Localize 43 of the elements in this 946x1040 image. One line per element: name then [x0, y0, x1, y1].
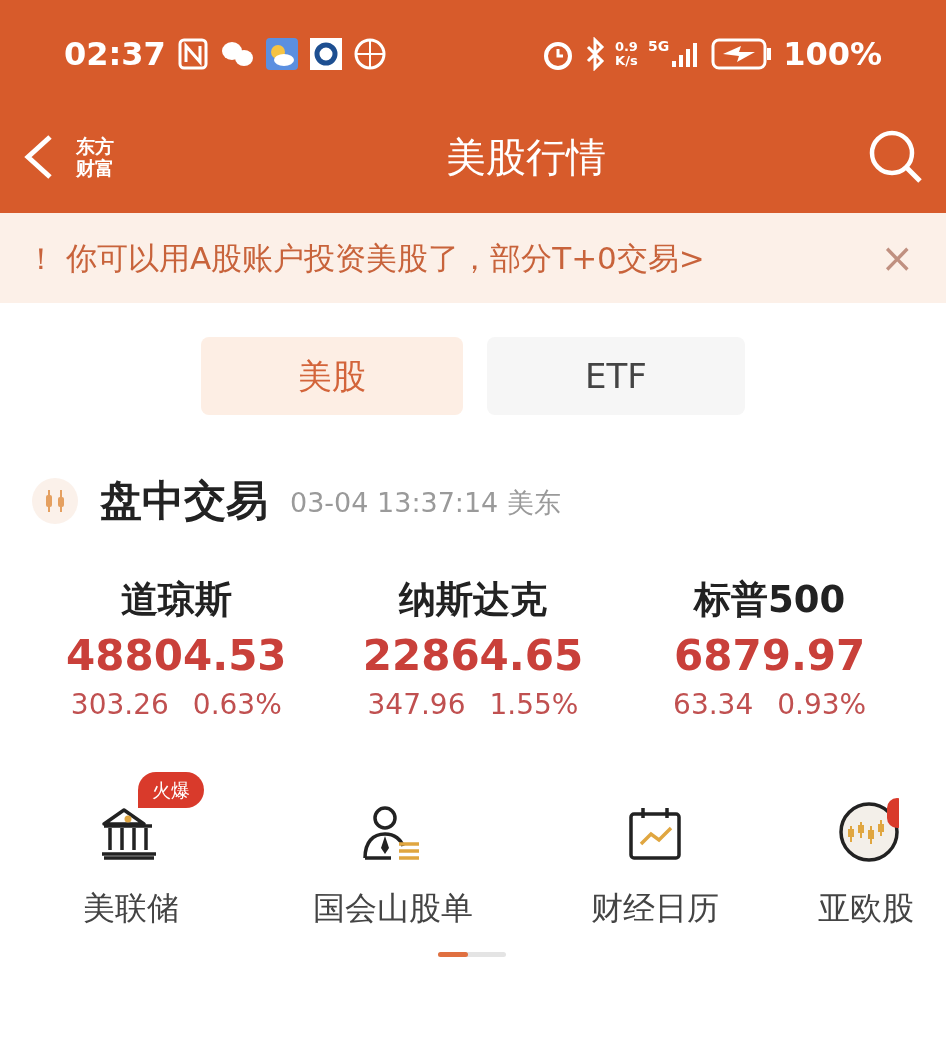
page-title: 美股行情	[446, 133, 606, 182]
battery-icon	[711, 37, 774, 70]
back-icon[interactable]	[22, 134, 54, 180]
shortcut-item[interactable]: 亚欧股	[786, 771, 946, 932]
clock-time: 02:37	[64, 33, 166, 75]
shortcut-label: 国会山股单	[313, 887, 473, 929]
shortcut-label: 财经日历	[591, 887, 719, 929]
session-time: 03-04 13:37:14 美东	[290, 486, 561, 521]
bluetooth-icon	[584, 36, 605, 71]
index-percent: 0.93%	[777, 686, 867, 723]
shortcut-item[interactable]: 国会山股单	[262, 771, 524, 932]
nfc-icon	[177, 37, 208, 70]
index-change: 347.96	[367, 686, 466, 723]
index-change: 63.34	[673, 686, 754, 723]
shortcut-label: 亚欧股	[818, 887, 914, 929]
shortcut-item[interactable]: 火爆 美联储	[0, 771, 262, 932]
notice-text: 你可以用A股账户投资美股了，部分T+0交易>	[66, 238, 706, 278]
market-tab[interactable]: ETF	[487, 337, 745, 415]
search-icon[interactable]	[868, 129, 924, 185]
candlestick-icon	[32, 477, 78, 524]
index-name: 标普500	[694, 577, 846, 623]
shortcut-item[interactable]: 财经日历	[524, 771, 786, 932]
notice-banner[interactable]: ！ 你可以用A股账户投资美股了，部分T+0交易> ×	[0, 213, 946, 303]
index-name: 纳斯达克	[399, 577, 547, 623]
network-speed: 0.9 K/s	[614, 39, 638, 68]
page-indicator	[438, 951, 506, 957]
app-logo: 东方 财富	[76, 135, 114, 179]
index-price: 48804.53	[66, 629, 287, 682]
battery-percent: 100%	[783, 33, 882, 75]
index-name: 道琼斯	[120, 577, 232, 623]
hot-badge: 火爆	[138, 771, 204, 808]
weather-icon	[265, 37, 298, 70]
index-price: 22864.65	[362, 629, 584, 682]
index-change: 303.26	[70, 686, 169, 723]
network-type: 5G	[647, 38, 670, 53]
index-percent: 0.63%	[192, 686, 282, 723]
notice-mark: ！	[26, 239, 56, 278]
shortcut-label: 美联储	[83, 887, 179, 929]
session-title: 盘中交易	[100, 475, 268, 527]
index-price: 6879.97	[674, 629, 866, 682]
index-percent: 1.55%	[489, 686, 579, 723]
calendar-chart-icon	[627, 805, 683, 862]
chat-bubbles-icon	[219, 39, 254, 68]
